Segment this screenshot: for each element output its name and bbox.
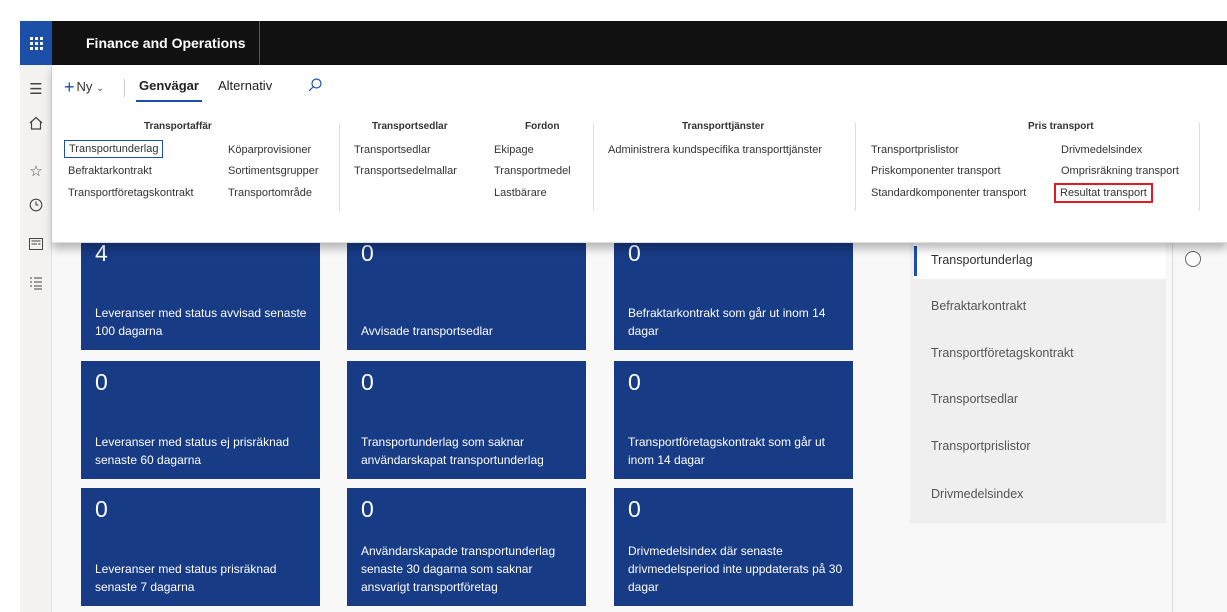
tile-label: Avvisade transportsedlar [361, 324, 493, 338]
link-transportmedel[interactable]: Transportmedel [494, 165, 571, 177]
kpi-tile[interactable]: 0 Transportföretagskontrakt som går ut i… [614, 361, 853, 479]
group-title-transportaffar: Transportaffär [144, 121, 212, 132]
tab-genvagar[interactable]: Genvägar [139, 78, 199, 93]
recent-clock-icon[interactable] [20, 191, 52, 219]
kpi-tile[interactable]: 0 Drivmedelsindex där senaste drivmedels… [614, 488, 853, 606]
group-divider [855, 123, 856, 211]
group-divider [593, 123, 594, 211]
link-transportforetagskontrakt[interactable]: Transportföretagskontrakt [68, 187, 194, 199]
tile-label: Leveranser med status prisräknad senaste… [95, 562, 277, 594]
kpi-tile[interactable]: 0 Avvisade transportsedlar [347, 232, 586, 350]
action-pane-tabs: + Ny ⌄ Genvägar Alternativ [52, 65, 1227, 107]
kpi-tile[interactable]: 0 Befraktarkontrakt som går ut inom 14 d… [614, 232, 853, 350]
divider [124, 79, 125, 97]
link-transportsedlar[interactable]: Transportsedlar [354, 144, 431, 156]
link-item-transportforetagskontrakt[interactable]: Transportföretagskontrakt [931, 346, 1074, 360]
link-item-transportprislistor[interactable]: Transportprislistor [931, 439, 1031, 453]
link-item-drivmedelsindex[interactable]: Drivmedelsindex [931, 487, 1023, 501]
app-launcher-icon[interactable] [20, 21, 52, 65]
favorites-star-icon[interactable]: ☆ [20, 157, 52, 185]
group-title-fordon: Fordon [525, 121, 560, 132]
kpi-tile[interactable]: 0 Transportunderlag som saknar användars… [347, 361, 586, 479]
tile-count: 4 [95, 240, 108, 266]
tile-count: 0 [361, 240, 374, 266]
top-bar: Finance and Operations [20, 21, 1227, 65]
link-item-transportunderlag[interactable]: Transportunderlag [931, 253, 1033, 267]
tile-count: 0 [628, 369, 641, 395]
link-transportunderlag[interactable]: Transportunderlag [64, 140, 164, 158]
tile-count: 0 [361, 496, 374, 522]
link-administrera-kundspecifika[interactable]: Administrera kundspecifika transporttjän… [608, 144, 822, 156]
link-ekipage[interactable]: Ekipage [494, 144, 534, 156]
link-priskomponenter-transport[interactable]: Priskomponenter transport [871, 165, 1001, 177]
group-title-transporttjanster: Transporttjänster [682, 121, 765, 132]
tile-label: Leveranser med status avvisad senaste 10… [95, 306, 307, 338]
action-pane: + Ny ⌄ Genvägar Alternativ Transportaffär… [52, 65, 1227, 243]
tile-count: 0 [628, 240, 641, 266]
group-divider [1199, 123, 1200, 211]
plus-icon: + [64, 77, 75, 97]
links-list [910, 243, 1166, 523]
link-koparprovisioner[interactable]: Köparprovisioner [228, 144, 311, 156]
modules-list-icon[interactable] [20, 269, 52, 297]
kpi-tile[interactable]: 0 Leveranser med status prisräknad senas… [81, 488, 320, 606]
app-title[interactable]: Finance and Operations [72, 21, 260, 65]
link-transportprislistor[interactable]: Transportprislistor [871, 144, 959, 156]
link-drivmedelsindex[interactable]: Drivmedelsindex [1061, 144, 1142, 156]
group-divider [339, 123, 340, 211]
active-tab-indicator [136, 100, 202, 102]
home-icon[interactable] [20, 109, 52, 137]
link-transportsedelmallar[interactable]: Transportsedelmallar [354, 165, 457, 177]
tile-count: 0 [628, 496, 641, 522]
link-standardkomponenter-transport[interactable]: Standardkomponenter transport [871, 187, 1026, 199]
selection-indicator [914, 246, 917, 276]
workspaces-icon[interactable] [20, 230, 52, 258]
tile-label: Befraktarkontrakt som går ut inom 14 dag… [628, 306, 826, 338]
link-item-transportsedlar[interactable]: Transportsedlar [931, 392, 1018, 406]
tile-count: 0 [95, 496, 108, 522]
link-resultat-transport[interactable]: Resultat transport [1054, 183, 1153, 203]
tile-label: Transportunderlag som saknar användarska… [361, 435, 544, 467]
chevron-down-icon: ⌄ [96, 83, 105, 94]
new-button[interactable]: + Ny ⌄ [64, 77, 104, 98]
tile-label: Drivmedelsindex där senaste drivmedelspe… [628, 544, 843, 594]
link-transportomrade[interactable]: Transportområde [228, 187, 312, 199]
kpi-tile[interactable]: 0 Användarskapade transportunderlag sena… [347, 488, 586, 606]
panel-divider [1172, 243, 1173, 612]
tile-count: 0 [95, 369, 108, 395]
tile-label: Användarskapade transportunderlag senast… [361, 544, 556, 594]
link-lastbarare[interactable]: Lastbärare [494, 187, 547, 199]
link-befraktarkontrakt[interactable]: Befraktarkontrakt [68, 165, 152, 177]
tile-count: 0 [361, 369, 374, 395]
link-omprisrakning-transport[interactable]: Omprisräkning transport [1061, 165, 1179, 177]
group-title-transportsedlar: Transportsedlar [372, 121, 448, 132]
side-navigation: ☰ ☆ [20, 65, 52, 612]
hamburger-menu-icon[interactable]: ☰ [20, 75, 52, 103]
kpi-tile[interactable]: 4 Leveranser med status avvisad senaste … [81, 232, 320, 350]
tile-label: Transportföretagskontrakt som går ut ino… [628, 435, 825, 467]
tab-alternativ[interactable]: Alternativ [218, 78, 272, 93]
radio-button[interactable] [1185, 251, 1201, 267]
group-title-pris-transport: Pris transport [1028, 121, 1094, 132]
tile-label: Leveranser med status ej prisräknad sena… [95, 435, 290, 467]
app-window: Finance and Operations ☰ ☆ 4 Leveranser … [0, 0, 1227, 612]
search-icon[interactable] [307, 77, 323, 93]
link-item-befraktarkontrakt[interactable]: Befraktarkontrakt [931, 299, 1026, 313]
kpi-tile[interactable]: 0 Leveranser med status ej prisräknad se… [81, 361, 320, 479]
link-sortimentsgrupper[interactable]: Sortimentsgrupper [228, 165, 319, 177]
